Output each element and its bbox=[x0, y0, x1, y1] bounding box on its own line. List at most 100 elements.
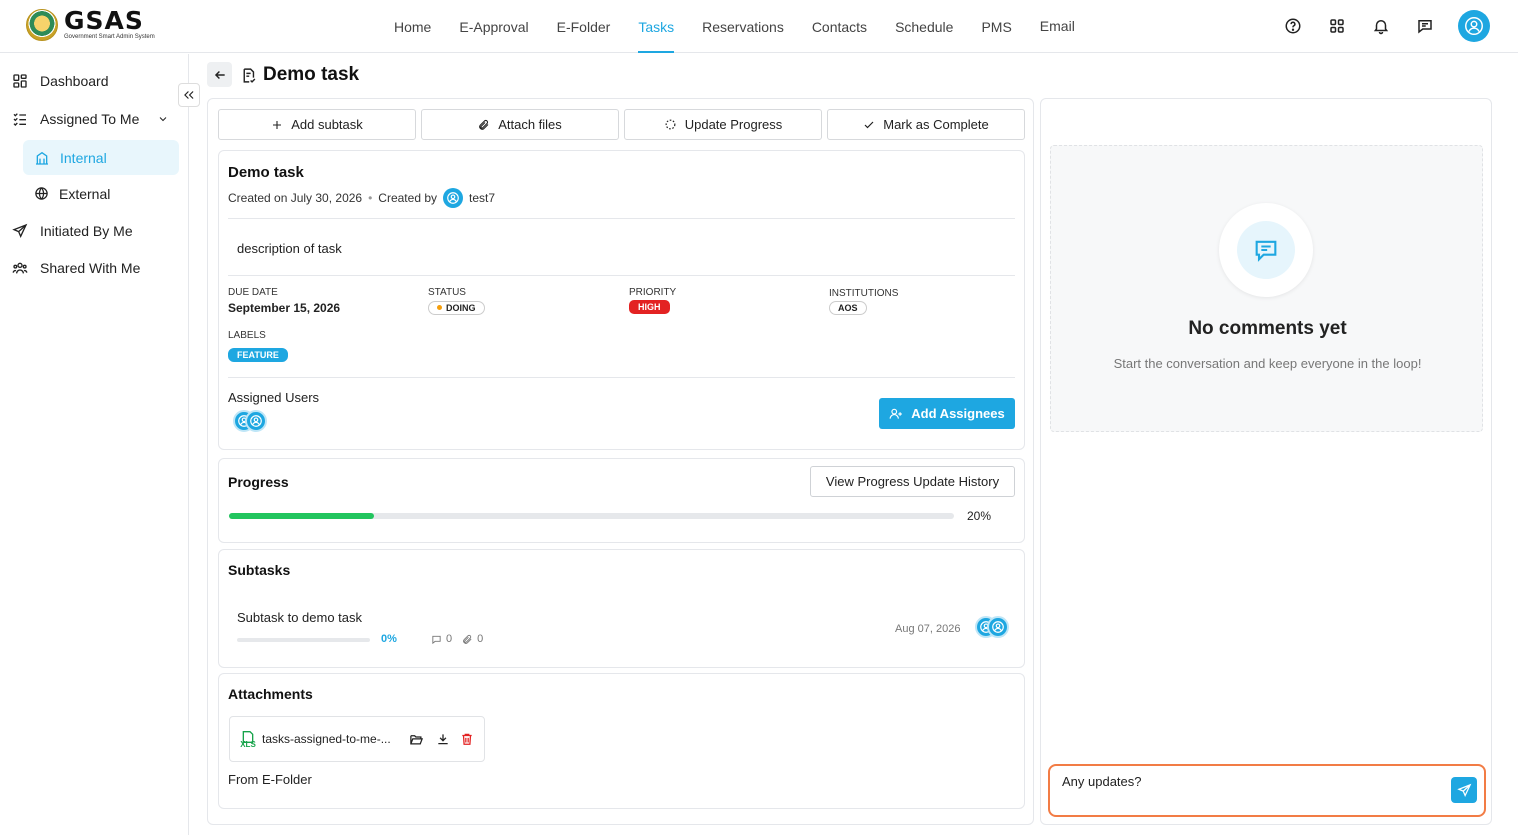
globe-icon bbox=[35, 187, 48, 200]
subtask-name[interactable]: Subtask to demo task bbox=[237, 610, 362, 625]
subtask-progress-bar bbox=[237, 638, 370, 642]
nav-e-folder[interactable]: E-Folder bbox=[543, 0, 625, 53]
help-icon[interactable] bbox=[1282, 15, 1304, 37]
paperclip-icon bbox=[463, 634, 472, 644]
nav-schedule[interactable]: Schedule bbox=[881, 0, 967, 53]
send-icon bbox=[12, 223, 28, 238]
subtasks-card: Subtasks Subtask to demo task 0% 0 0 Aug… bbox=[218, 549, 1025, 668]
status-field: STATUS DOING bbox=[428, 287, 485, 315]
meta-separator: • bbox=[368, 191, 373, 205]
creator-avatar[interactable] bbox=[443, 188, 463, 208]
emblem-icon bbox=[26, 9, 58, 41]
bell-icon[interactable] bbox=[1370, 15, 1392, 37]
check-icon bbox=[864, 121, 874, 128]
brand-subtitle: Government Smart Admin System bbox=[64, 34, 155, 40]
sidebar-item-dashboard[interactable]: Dashboard bbox=[12, 73, 109, 89]
progress-percent: 20% bbox=[967, 509, 992, 523]
attachment-file[interactable]: XLS tasks-assigned-to-me-... bbox=[229, 716, 485, 762]
from-efolder-label: From E-Folder bbox=[228, 772, 312, 787]
plus-icon bbox=[273, 120, 282, 129]
comments-panel: No comments yet Start the conversation a… bbox=[1040, 98, 1492, 825]
send-comment-button[interactable] bbox=[1451, 777, 1477, 803]
priority-field: PRIORITY HIGH bbox=[629, 287, 676, 314]
nav-contacts[interactable]: Contacts bbox=[798, 0, 881, 53]
status-dot-icon bbox=[437, 305, 442, 310]
double-chevron-left-icon bbox=[184, 91, 194, 99]
progress-bar-fill bbox=[229, 513, 374, 519]
nav-pms[interactable]: PMS bbox=[967, 0, 1025, 53]
sidebar-item-label: Shared With Me bbox=[40, 260, 141, 276]
empty-state-badge bbox=[1219, 203, 1313, 297]
creator-name[interactable]: test7 bbox=[469, 191, 495, 205]
institution-badge: AOS bbox=[829, 301, 867, 315]
subtask-assignees bbox=[975, 616, 1009, 638]
paperclip-icon bbox=[479, 119, 489, 130]
sidebar-item-internal[interactable]: Internal bbox=[23, 140, 179, 175]
task-title: Demo task bbox=[228, 164, 304, 181]
download-icon[interactable] bbox=[436, 732, 450, 746]
task-document-icon bbox=[243, 67, 256, 83]
attachments-title: Attachments bbox=[228, 686, 313, 702]
task-details-card: Demo task Created on July 30, 2026 • Cre… bbox=[218, 150, 1025, 450]
apps-grid-icon[interactable] bbox=[1326, 15, 1348, 37]
xls-file-icon: XLS bbox=[240, 730, 256, 749]
top-header: GSAS Government Smart Admin System Home … bbox=[0, 0, 1518, 53]
status-badge: DOING bbox=[428, 300, 485, 315]
sidebar-item-label: Internal bbox=[60, 149, 107, 166]
attach-files-button[interactable]: Attach files bbox=[421, 109, 619, 140]
message-icon bbox=[1255, 240, 1277, 262]
subtask-progress-text: 0% bbox=[381, 633, 397, 645]
add-assignees-button[interactable]: Add Assignees bbox=[879, 398, 1015, 429]
attachment-file-name: tasks-assigned-to-me-... bbox=[262, 732, 391, 746]
nav-tasks[interactable]: Tasks bbox=[624, 0, 688, 53]
sidebar-item-label: Assigned To Me bbox=[40, 111, 140, 127]
chat-icon[interactable] bbox=[1414, 15, 1436, 37]
collapse-sidebar-button[interactable] bbox=[178, 83, 200, 107]
due-date-label: DUE DATE bbox=[228, 287, 278, 298]
sidebar-item-shared-with-me[interactable]: Shared With Me bbox=[12, 260, 140, 276]
empty-state-text: Start the conversation and keep everyone… bbox=[1113, 356, 1422, 371]
checklist-icon bbox=[13, 113, 26, 126]
assigned-users-label: Assigned Users bbox=[228, 390, 320, 405]
created-on: Created on July 30, 2026 bbox=[228, 191, 363, 205]
priority-label: PRIORITY bbox=[629, 287, 677, 298]
mark-complete-button[interactable]: Mark as Complete bbox=[827, 109, 1025, 140]
comments-empty-state: No comments yet Start the conversation a… bbox=[1050, 145, 1483, 432]
users-icon bbox=[12, 262, 28, 274]
subtask-date: Aug 07, 2026 bbox=[895, 623, 961, 635]
subtasks-title: Subtasks bbox=[228, 562, 291, 578]
assignee-avatar[interactable] bbox=[987, 616, 1009, 638]
header-actions bbox=[1282, 10, 1490, 42]
update-progress-button[interactable]: Update Progress bbox=[624, 109, 822, 140]
nav-email[interactable]: Email bbox=[1026, 0, 1089, 53]
assigned-users-avatars bbox=[233, 410, 267, 432]
nav-e-approval[interactable]: E-Approval bbox=[445, 0, 542, 53]
comment-icon bbox=[432, 635, 441, 644]
brand-logo[interactable]: GSAS Government Smart Admin System bbox=[26, 8, 155, 41]
loader-icon bbox=[665, 119, 676, 130]
status-label: STATUS bbox=[428, 287, 466, 298]
folder-open-icon[interactable] bbox=[409, 732, 424, 747]
sidebar-item-label: Dashboard bbox=[40, 73, 109, 89]
task-detail-panel: Add subtask Attach files Update Progress… bbox=[207, 98, 1034, 825]
progress-card: Progress View Progress Update History 20… bbox=[218, 458, 1025, 543]
sidebar-item-external[interactable]: External bbox=[23, 176, 179, 211]
view-progress-history-button[interactable]: View Progress Update History bbox=[810, 466, 1015, 497]
created-by-label: Created by bbox=[378, 191, 437, 205]
assignee-avatar[interactable] bbox=[245, 410, 267, 432]
comment-input[interactable] bbox=[1062, 774, 1442, 789]
divider bbox=[228, 377, 1015, 378]
subtask-comment-count: 0 bbox=[446, 633, 453, 645]
sidebar-item-assigned-to-me[interactable]: Assigned To Me bbox=[12, 111, 172, 127]
nav-reservations[interactable]: Reservations bbox=[688, 0, 798, 53]
progress-title: Progress bbox=[228, 474, 289, 490]
progress-bar bbox=[229, 513, 954, 519]
sidebar-item-initiated-by-me[interactable]: Initiated By Me bbox=[12, 223, 133, 239]
divider bbox=[228, 218, 1015, 219]
back-button[interactable] bbox=[207, 62, 232, 87]
nav-home[interactable]: Home bbox=[380, 0, 445, 53]
user-avatar-icon[interactable] bbox=[1458, 10, 1490, 42]
add-subtask-button[interactable]: Add subtask bbox=[218, 109, 416, 140]
trash-icon[interactable] bbox=[460, 732, 474, 746]
empty-state-title: No comments yet bbox=[1188, 318, 1347, 339]
